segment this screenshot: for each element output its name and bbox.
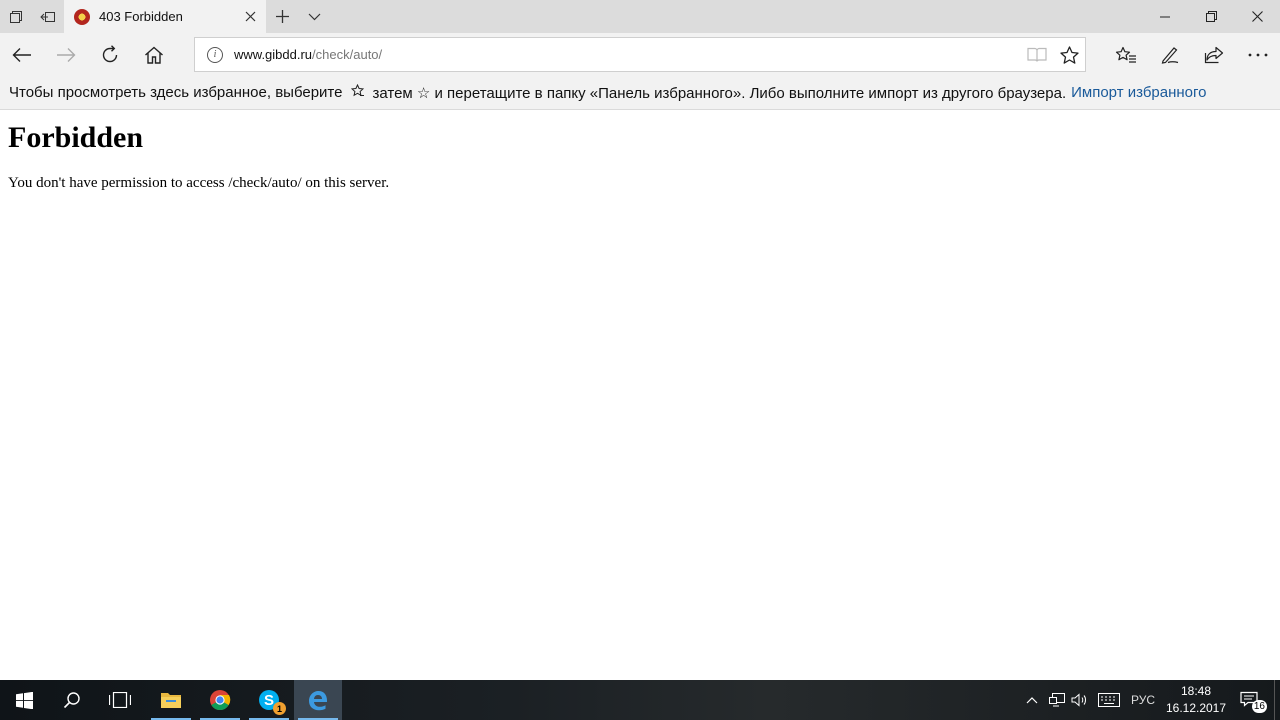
show-hidden-icons-chevron-up-icon[interactable]	[1020, 680, 1044, 720]
error-message: You don't have permission to access /che…	[8, 175, 390, 191]
web-note-pen-icon[interactable]	[1148, 33, 1192, 76]
notification-count-badge: 16	[1251, 700, 1267, 713]
action-center-icon[interactable]: 16	[1234, 680, 1267, 720]
tab-403-forbidden[interactable]: 403 Forbidden	[64, 0, 266, 33]
volume-icon[interactable]	[1068, 680, 1092, 720]
tab-close-icon[interactable]	[234, 0, 266, 33]
touch-keyboard-icon[interactable]	[1094, 680, 1124, 720]
favorites-hint-text-1: Чтобы просмотреть здесь избранное, выбер…	[9, 84, 343, 101]
file-explorer-icon[interactable]	[147, 680, 195, 720]
forward-arrow-icon[interactable]	[44, 33, 88, 76]
taskbar: S 1 РУС 18:48 16.12.2017 16	[0, 680, 1280, 720]
system-clock[interactable]: 18:48 16.12.2017	[1162, 683, 1230, 717]
gibdd-favicon-icon	[74, 8, 90, 25]
page-title: Forbidden	[8, 121, 144, 154]
new-tab-icon[interactable]	[266, 0, 298, 33]
import-favorites-link[interactable]: Импорт избранного	[1071, 84, 1206, 101]
site-info-icon[interactable]: i	[207, 46, 223, 63]
clock-date: 16.12.2017	[1165, 701, 1227, 715]
more-options-icon[interactable]	[1236, 33, 1280, 76]
edge-icon[interactable]	[294, 680, 342, 720]
skype-icon-wrap: S 1	[257, 688, 286, 715]
network-icon[interactable]	[1046, 680, 1068, 720]
set-tabs-aside-icon[interactable]	[32, 0, 64, 33]
address-bar[interactable]: i www.gibdd.ru/check/auto/	[194, 37, 1086, 72]
refresh-icon[interactable]	[88, 33, 132, 76]
minimize-icon[interactable]	[1142, 0, 1188, 33]
reading-view-icon[interactable]	[1021, 37, 1053, 72]
add-favorite-star-icon[interactable]	[1053, 37, 1085, 72]
skype-icon[interactable]: S 1	[245, 680, 293, 720]
task-view-icon[interactable]	[96, 680, 144, 720]
favorites-hint-bar: Чтобы просмотреть здесь избранное, выбер…	[0, 76, 1280, 110]
share-icon[interactable]	[1192, 33, 1236, 76]
chrome-icon[interactable]	[196, 680, 244, 720]
home-icon[interactable]	[132, 33, 176, 76]
search-icon[interactable]	[48, 680, 96, 720]
favorites-hint-text-2: затем ☆ и перетащите в папку «Панель изб…	[372, 84, 1067, 102]
restore-icon[interactable]	[1188, 0, 1234, 33]
page-content: Forbidden You don't have permission to a…	[0, 110, 1280, 680]
url-host: www.gibdd.ru	[234, 47, 313, 62]
tab-title: 403 Forbidden	[99, 9, 183, 24]
tabs-aside-icon[interactable]	[0, 0, 32, 33]
url-text[interactable]: www.gibdd.ru/check/auto/	[234, 47, 1021, 62]
input-language-indicator[interactable]: РУС	[1124, 680, 1162, 720]
navigation-bar: i www.gibdd.ru/check/auto/	[0, 33, 1280, 76]
tab-preview-chevron-down-icon[interactable]	[298, 0, 330, 33]
show-desktop-button[interactable]	[1274, 680, 1280, 720]
action-center-glyph: 16	[1240, 691, 1267, 713]
back-arrow-icon[interactable]	[0, 33, 44, 76]
hub-favorites-icon[interactable]	[1104, 33, 1148, 76]
favorites-hint-star-icon	[351, 83, 365, 101]
url-path: /check/auto/	[312, 47, 383, 62]
skype-badge: 1	[273, 702, 286, 715]
clock-time: 18:48	[1180, 684, 1212, 698]
close-window-icon[interactable]	[1234, 0, 1280, 33]
title-bar: 403 Forbidden	[0, 0, 1280, 33]
start-windows-icon[interactable]	[0, 680, 48, 720]
